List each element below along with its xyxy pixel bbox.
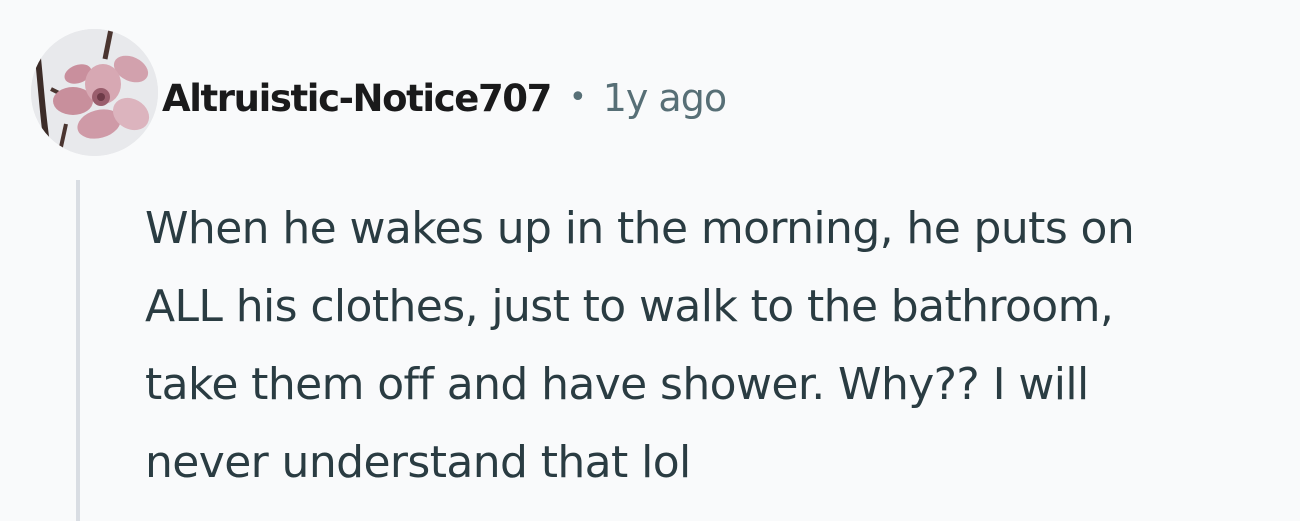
user-avatar[interactable] (31, 29, 158, 156)
comment-timestamp[interactable]: 1y ago (603, 76, 727, 120)
author-username-link[interactable]: Altruistic-Notice707 (162, 77, 552, 120)
comment-body-line: never understand that lol (145, 437, 691, 488)
comment-body-line: When he wakes up in the morning, he puts… (145, 203, 1135, 254)
comment-body: When he wakes up in the morning, he puts… (145, 190, 1295, 502)
comment-meta: Altruistic-Notice707 • 1y ago (162, 72, 727, 124)
meta-separator: • (568, 79, 587, 115)
cherry-blossom-avatar-icon (31, 29, 158, 156)
comment-body-line: ALL his clothes, just to walk to the bat… (145, 281, 1114, 332)
comment: Altruistic-Notice707 • 1y ago When he wa… (0, 0, 1300, 521)
thread-collapse-line[interactable] (76, 180, 80, 521)
comment-body-line: take them off and have shower. Why?? I w… (145, 359, 1089, 410)
